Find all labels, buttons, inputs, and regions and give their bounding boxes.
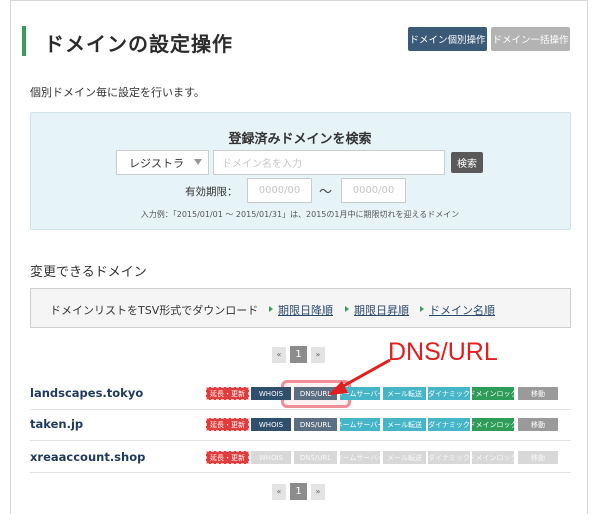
whois-tag[interactable]: WHOIS: [251, 418, 291, 431]
range-tilde: 〜: [319, 185, 333, 200]
row-divider: [30, 440, 571, 441]
main-panel: [10, 0, 588, 514]
renew-tag[interactable]: 延長・更新: [206, 418, 249, 431]
domain-name-link[interactable]: landscapes.tokyo: [30, 386, 143, 400]
expiry-label: 有効期限：: [185, 186, 238, 198]
callout-arrow-icon: [328, 358, 391, 395]
move-tag[interactable]: 移動: [518, 387, 558, 400]
search-title: 登録済みドメインを検索: [228, 132, 372, 147]
prev-page-button[interactable]: «: [272, 483, 286, 500]
move-tag-disabled: 移動: [518, 451, 558, 464]
whois-tag-disabled: WHOIS: [251, 451, 291, 464]
expiry-from-input[interactable]: 0000/00: [247, 178, 312, 203]
row-divider: [30, 472, 571, 473]
dynamic-dns-tag[interactable]: ダイナミック: [428, 387, 470, 400]
registrar-select-value: レジストラ: [129, 156, 184, 170]
prev-page-button[interactable]: «: [272, 346, 286, 363]
mail-forward-tag-disabled: メール転送: [383, 451, 426, 464]
domain-lock-tag[interactable]: ドメインロック: [472, 387, 514, 400]
sort-expiry-desc-link[interactable]: 期限日降順: [269, 302, 333, 318]
registrar-select[interactable]: レジストラ: [116, 150, 209, 175]
section-title: 変更できるドメイン: [30, 265, 147, 280]
whois-tag[interactable]: WHOIS: [251, 387, 291, 400]
chevron-down-icon: [194, 159, 202, 165]
sort-expiry-asc-link[interactable]: 期限日昇順: [345, 302, 409, 318]
page-number-button[interactable]: 1: [290, 346, 307, 363]
dns-url-callout: DNS/URL: [388, 338, 498, 366]
renew-tag[interactable]: 延長・更新: [206, 451, 249, 464]
page-description: 個別ドメイン毎に設定を行います。: [30, 86, 205, 99]
mail-forward-tag[interactable]: メール転送: [383, 418, 426, 431]
page-title: ドメインの設定操作: [44, 32, 233, 56]
search-button[interactable]: 検索: [451, 152, 483, 173]
domain-lock-tag[interactable]: ドメインロック: [472, 418, 514, 431]
move-tag[interactable]: 移動: [518, 418, 558, 431]
page-number-button[interactable]: 1: [290, 483, 307, 500]
expiry-to-input[interactable]: 0000/00: [341, 178, 406, 203]
renew-tag[interactable]: 延長・更新: [206, 387, 249, 400]
individual-operation-button[interactable]: ドメイン個別操作: [408, 27, 487, 51]
row-divider: [30, 409, 571, 410]
nameserver-tag-disabled: ネームサーバー: [340, 451, 380, 464]
download-text: ドメインリストをTSV形式でダウンロード: [50, 304, 259, 317]
pagination-top: « 1 »: [272, 346, 325, 363]
bulk-operation-button[interactable]: ドメイン一括操作: [491, 27, 570, 51]
sort-domain-name-link[interactable]: ドメイン名順: [420, 302, 495, 318]
title-accent-bar: [22, 26, 26, 56]
dynamic-dns-tag[interactable]: ダイナミック: [428, 418, 470, 431]
dns-url-tag-disabled: DNS/URL: [294, 451, 337, 464]
domain-name-link[interactable]: taken.jp: [30, 417, 83, 431]
domain-lock-tag-disabled: ドメインロック: [472, 451, 514, 464]
next-page-button[interactable]: »: [311, 483, 325, 500]
pagination-bottom: « 1 »: [272, 483, 325, 500]
search-example-text: 入力例：「2015/01/01 〜 2015/01/31」は、2015の1月中に…: [140, 210, 460, 219]
domain-search-input[interactable]: ドメイン名を入力: [213, 150, 445, 175]
nameserver-tag[interactable]: ネームサーバー: [340, 418, 380, 431]
dynamic-dns-tag-disabled: ダイナミック: [428, 451, 470, 464]
domain-name-link[interactable]: xreaaccount.shop: [30, 450, 145, 464]
dns-url-tag[interactable]: DNS/URL: [294, 418, 337, 431]
